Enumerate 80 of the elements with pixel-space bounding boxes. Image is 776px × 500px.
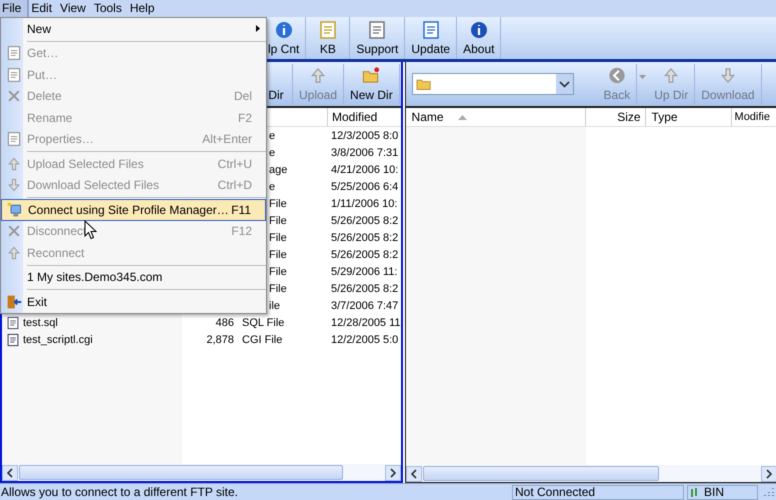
table-cell: 12/2/2005 5:0 <box>331 334 398 346</box>
table-cell: CGI File <box>242 334 282 346</box>
table-cell: File <box>269 248 287 260</box>
table-cell: 1/11/2006 10: <box>331 198 398 210</box>
table-cell: File <box>269 282 287 294</box>
toolbar-button[interactable]: About <box>457 17 502 59</box>
column-heading[interactable]: Modifie <box>732 108 776 126</box>
toolbar-button[interactable]: KB <box>306 17 350 59</box>
exit-door-icon <box>6 294 22 310</box>
menu-item[interactable]: Connect using Site Profile Manager… F11 <box>1 199 266 220</box>
menu-bar-item[interactable]: File <box>0 0 30 17</box>
document-icon <box>367 20 388 40</box>
menu-item[interactable]: 1 My sites.Demo345.com <box>1 266 266 288</box>
column-heading[interactable]: Modified <box>327 108 401 126</box>
table-cell: 3/7/2006 7:47 <box>331 300 398 312</box>
file-name[interactable]: test.sql <box>23 316 58 328</box>
toolbar-button[interactable]: Update <box>405 17 458 59</box>
table-cell: 12/3/2005 8:0 <box>331 130 398 142</box>
table-cell: 5/26/2005 8:2 <box>331 282 398 294</box>
table-cell: e <box>269 130 276 142</box>
table-cell: File <box>269 214 287 226</box>
transfer-mode: BIN <box>704 485 724 499</box>
document-icon <box>6 66 22 83</box>
computer-icon <box>7 202 23 218</box>
menu-bar-item[interactable]: Help <box>128 0 161 17</box>
column-heading[interactable]: Size <box>586 108 646 126</box>
menu-bar-item[interactable]: Tools <box>92 0 128 17</box>
dropdown-button[interactable] <box>556 74 573 94</box>
table-cell: e <box>269 146 276 158</box>
document-icon <box>6 131 22 148</box>
caret-icon[interactable] <box>639 75 646 79</box>
table-cell: 5/29/2006 11: <box>331 266 398 278</box>
table-cell: age <box>269 164 288 176</box>
scroll-thumb[interactable] <box>422 466 659 481</box>
toolbar-button[interactable]: New Dir <box>344 64 400 104</box>
table-cell: File <box>269 266 287 278</box>
scroll-left-button[interactable] <box>2 464 18 480</box>
cross-icon <box>6 88 22 104</box>
folder-icon <box>416 77 432 91</box>
table-cell: 5/25/2006 6:4 <box>331 180 398 192</box>
table-cell: 486 <box>216 316 234 328</box>
scroll-thumb[interactable] <box>19 465 343 480</box>
cross-icon <box>6 223 22 240</box>
column-heading[interactable]: Type <box>646 108 732 126</box>
table-cell: SQL File <box>242 316 284 328</box>
column-heading[interactable]: Name <box>406 108 586 126</box>
table-cell: 5/26/2005 8:2 <box>331 232 398 244</box>
table-cell: 5/26/2005 8:2 <box>331 248 398 260</box>
scroll-left-button[interactable] <box>406 466 422 482</box>
status-message: Allows you to connect to a different FTP site. <box>0 485 240 499</box>
menu-item[interactable]: Exit <box>1 291 266 312</box>
table-cell: 2,878 <box>206 334 234 346</box>
scroll-right-button[interactable] <box>384 464 401 480</box>
document-icon <box>318 20 338 40</box>
up-arrow-icon <box>6 156 22 172</box>
table-cell: 3/8/2006 7:31 <box>331 146 398 158</box>
info-icon <box>468 20 489 40</box>
table-cell: 5/26/2005 8:2 <box>331 214 398 226</box>
document-icon <box>6 45 22 62</box>
table-cell: ile <box>269 300 280 312</box>
table-cell: 12/28/2005 11 <box>331 316 401 328</box>
document-icon <box>420 20 441 40</box>
scroll-right-button[interactable] <box>760 466 776 482</box>
toolbar-button[interactable]: Support <box>350 17 406 59</box>
folder-icon <box>361 66 382 85</box>
up-arrow-icon <box>6 244 22 261</box>
menu-bar-item[interactable]: Edit <box>29 0 58 17</box>
table-cell: e <box>269 180 276 192</box>
table-cell: File <box>269 198 287 210</box>
mouse-pointer-icon <box>84 220 97 240</box>
table-cell: 4/21/2006 10: <box>331 164 398 176</box>
sort-arrow-icon <box>458 114 467 120</box>
resize-grip-icon[interactable] <box>764 487 774 497</box>
table-cell: File <box>269 232 287 244</box>
horizontal-scrollbar[interactable] <box>406 465 776 482</box>
connection-status: Not Connected <box>512 484 684 500</box>
down-arrow-icon <box>6 177 22 194</box>
binary-mode-icon <box>690 486 700 498</box>
horizontal-scrollbar[interactable] <box>2 464 401 481</box>
menu-bar-item[interactable]: View <box>58 0 92 17</box>
